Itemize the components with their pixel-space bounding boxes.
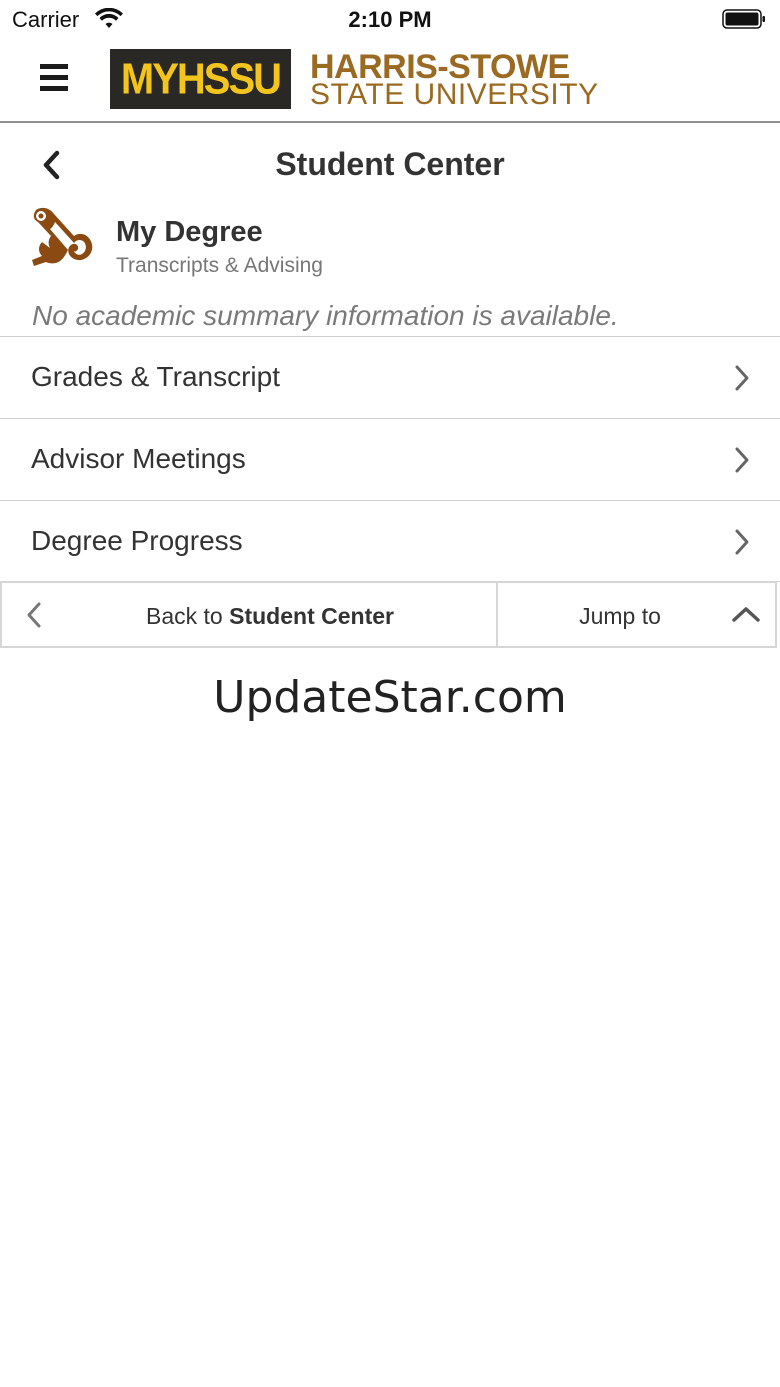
jump-to-button[interactable]: Jump to <box>500 583 777 646</box>
back-prefix: Back to <box>146 603 223 629</box>
chevron-right-icon <box>735 529 749 555</box>
battery-icon <box>722 9 765 29</box>
degree-menu-list: Grades & Transcript Advisor Meetings Deg… <box>0 336 780 582</box>
footer-navigation-bar: Back to Student Center Jump to <box>0 581 777 648</box>
section-subtitle: Transcripts & Advising <box>116 254 323 277</box>
list-item-grades-transcript[interactable]: Grades & Transcript <box>0 336 780 418</box>
chevron-right-icon <box>735 447 749 473</box>
logo-text: MYHSSU <box>120 54 282 103</box>
academic-summary-note: No academic summary information is avail… <box>32 300 619 331</box>
list-item-label: Advisor Meetings <box>31 443 246 474</box>
list-item-label: Degree Progress <box>31 525 243 556</box>
status-bar: Carrier 2:10 PM <box>0 0 780 40</box>
list-item-degree-progress[interactable]: Degree Progress <box>0 500 780 582</box>
app-header: MYHSSU HARRIS-STOWE STATE UNIVERSITY <box>0 40 780 123</box>
diploma-scroll-icon <box>32 207 93 266</box>
myhssu-logo[interactable]: MYHSSU <box>110 49 291 109</box>
back-target: Student Center <box>229 603 394 629</box>
clock: 2:10 PM <box>348 7 432 32</box>
chevron-up-icon <box>732 607 760 622</box>
university-name-line2: STATE UNIVERSITY <box>310 78 599 111</box>
watermark-text: UpdateStar.com <box>213 672 567 723</box>
page-title: Student Center <box>275 146 505 182</box>
back-to-student-center-button[interactable]: Back to Student Center <box>2 583 498 646</box>
jump-to-label: Jump to <box>579 603 661 629</box>
section-title: My Degree <box>116 216 263 248</box>
list-item-advisor-meetings[interactable]: Advisor Meetings <box>0 418 780 500</box>
university-wordmark: HARRIS-STOWE STATE UNIVERSITY <box>310 50 599 110</box>
chevron-right-icon <box>735 365 749 391</box>
hamburger-menu-icon[interactable] <box>40 64 70 94</box>
list-item-label: Grades & Transcript <box>31 361 280 392</box>
back-button-label: Back to Student Center <box>2 603 538 630</box>
